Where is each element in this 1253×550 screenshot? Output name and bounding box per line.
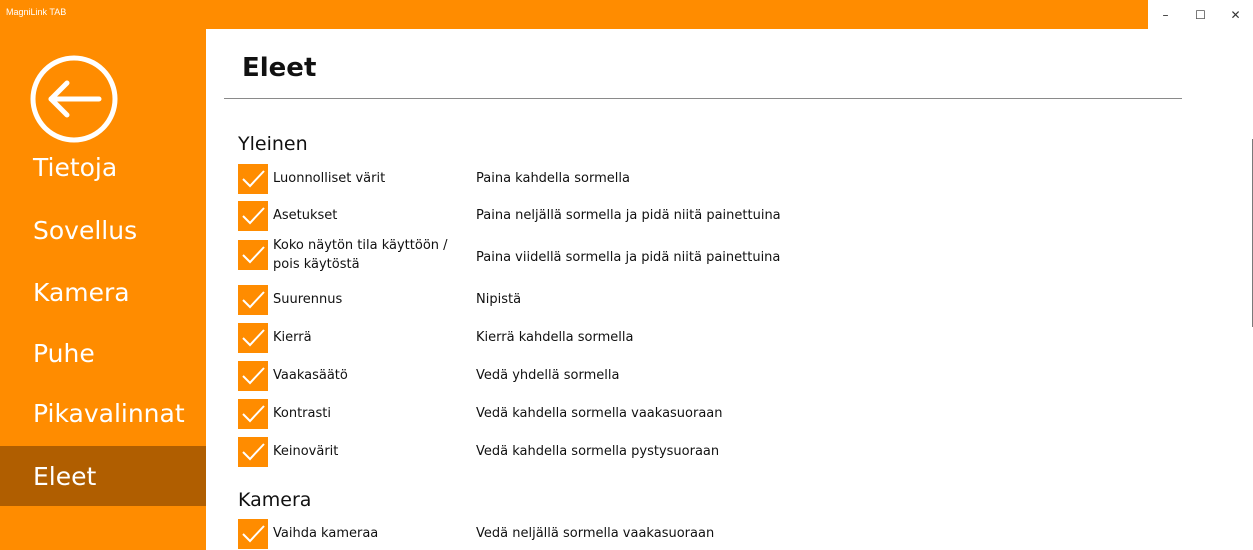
gesture-name: Keinovärit <box>273 444 339 459</box>
maximize-button[interactable]: ☐ <box>1183 0 1218 29</box>
gesture-name: Kierrä <box>273 330 312 345</box>
checkmark-icon <box>242 405 265 423</box>
back-button[interactable] <box>29 54 119 144</box>
gesture-row: Vaihda kameraa Vedä neljällä sormella va… <box>238 519 958 549</box>
gesture-name: Suurennus <box>273 292 343 307</box>
gesture-checkbox[interactable] <box>238 240 268 270</box>
gesture-row: Suurennus Nipistä <box>238 285 958 315</box>
gesture-name: Luonnolliset värit <box>273 171 386 186</box>
checkmark-icon <box>242 443 265 461</box>
main-content: Eleet Yleinen Luonnolliset värit Paina k… <box>206 29 1253 550</box>
gesture-name: Vaakasäätö <box>273 368 348 383</box>
sidebar-item-puhe[interactable]: Puhe <box>0 325 206 381</box>
checkmark-icon <box>242 525 265 543</box>
gesture-description: Paina kahdella sormella <box>476 171 630 186</box>
sidebar-item-label: Pikavalinnat <box>33 398 185 428</box>
gesture-row: Vaakasäätö Vedä yhdellä sormella <box>238 361 958 391</box>
sidebar-item-eleet[interactable]: Eleet <box>0 446 206 506</box>
checkmark-icon <box>242 367 265 385</box>
sidebar: Tietoja Sovellus Kamera Puhe Pikavalinna… <box>0 29 206 550</box>
sidebar-item-label: Puhe <box>33 338 95 368</box>
gesture-description: Vedä kahdella sormella vaakasuoraan <box>476 406 723 421</box>
gesture-checkbox[interactable] <box>238 519 268 549</box>
back-arrow-icon <box>30 55 118 143</box>
title-bar-drag-area[interactable]: MagniLink TAB <box>0 0 1148 29</box>
gesture-description: Kierrä kahdella sormella <box>476 330 634 345</box>
gesture-checkbox[interactable] <box>238 437 268 467</box>
section-title-kamera: Kamera <box>238 489 312 511</box>
gesture-description: Nipistä <box>476 292 522 307</box>
gesture-description: Paina neljällä sormella ja pidä niitä pa… <box>476 208 781 223</box>
sidebar-item-pikavalinnat[interactable]: Pikavalinnat <box>0 385 206 441</box>
gesture-description: Paina viidellä sormella ja pidä niitä pa… <box>476 250 781 265</box>
gesture-row: Kontrasti Vedä kahdella sormella vaakasu… <box>238 399 958 429</box>
window-controls: – ☐ ✕ <box>1148 0 1253 29</box>
gesture-checkbox[interactable] <box>238 323 268 353</box>
sidebar-item-kamera[interactable]: Kamera <box>0 264 206 320</box>
checkmark-icon <box>242 170 265 188</box>
checkmark-icon <box>242 246 265 264</box>
section-title-yleinen: Yleinen <box>238 133 308 155</box>
title-divider <box>224 98 1182 99</box>
gesture-row: Keinovärit Vedä kahdella sormella pystys… <box>238 437 958 467</box>
close-button[interactable]: ✕ <box>1218 0 1253 29</box>
sidebar-item-label: Kamera <box>33 277 130 307</box>
page-title: Eleet <box>242 53 317 83</box>
gesture-checkbox[interactable] <box>238 201 268 231</box>
sidebar-item-tietoja[interactable]: Tietoja <box>0 139 206 195</box>
gesture-description: Vedä neljällä sormella vaakasuoraan <box>476 526 715 541</box>
gesture-name: Koko näytön tila käyttöön / pois käytöst… <box>273 238 448 272</box>
gesture-row: Luonnolliset värit Paina kahdella sormel… <box>238 164 958 194</box>
gesture-description: Vedä yhdellä sormella <box>476 368 620 383</box>
sidebar-item-label: Sovellus <box>33 215 138 245</box>
gesture-name: Asetukset <box>273 208 338 223</box>
checkmark-icon <box>242 291 265 309</box>
sidebar-item-label: Tietoja <box>33 152 118 182</box>
checkmark-icon <box>242 207 265 225</box>
gesture-checkbox[interactable] <box>238 361 268 391</box>
checkmark-icon <box>242 329 265 347</box>
gesture-name: Vaihda kameraa <box>273 526 379 541</box>
gesture-row: Asetukset Paina neljällä sormella ja pid… <box>238 201 958 231</box>
gesture-row: Koko näytön tila käyttöön / pois käytöst… <box>238 236 958 278</box>
gesture-checkbox[interactable] <box>238 164 268 194</box>
gesture-checkbox[interactable] <box>238 285 268 315</box>
app-title: MagniLink TAB <box>6 7 67 17</box>
gesture-name: Kontrasti <box>273 406 331 421</box>
gesture-row: Kierrä Kierrä kahdella sormella <box>238 323 958 353</box>
gesture-description: Vedä kahdella sormella pystysuoraan <box>476 444 720 459</box>
minimize-button[interactable]: – <box>1148 0 1183 29</box>
gesture-checkbox[interactable] <box>238 399 268 429</box>
title-bar: MagniLink TAB – ☐ ✕ <box>0 0 1253 29</box>
sidebar-item-label: Eleet <box>33 461 97 491</box>
sidebar-item-sovellus[interactable]: Sovellus <box>0 202 206 258</box>
